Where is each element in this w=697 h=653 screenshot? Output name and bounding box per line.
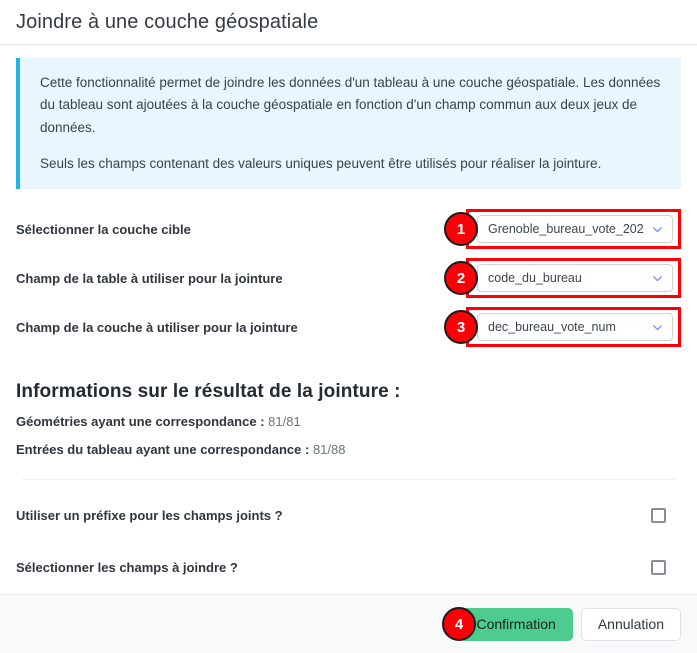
annotation-badge-2: 2 [444,261,478,296]
join-geospatial-layer-dialog: Joindre à une couche géospatiale Cette f… [0,0,697,653]
select-layer-field-value: dec_bureau_vote_num [488,320,616,335]
select-layer-field[interactable]: dec_bureau_vote_num [477,313,673,342]
option-row-select-fields[interactable]: Sélectionner les champs à joindre ? [16,550,681,584]
select-target-layer[interactable]: Grenoble_bureau_vote_202 [477,215,673,244]
select-table-field[interactable]: code_du_bureau [477,264,673,293]
form-row-table-field: Champ de la table à utiliser pour la joi… [16,258,681,299]
dialog-body: Cette fonctionnalité permet de joindre l… [0,45,697,594]
option-label-select-fields: Sélectionner les champs à joindre ? [16,559,238,575]
annotation-badge-3: 3 [444,310,478,345]
result-value-geometries: 81/81 [268,414,301,430]
cancel-button[interactable]: Annulation [580,607,681,641]
chevron-down-icon [647,272,664,285]
option-label-prefix: Utiliser un préfixe pour les champs join… [16,507,283,523]
dialog-header: Joindre à une couche géospatiale [0,0,697,45]
form-row-layer-field: Champ de la couche à utiliser pour la jo… [16,307,681,348]
info-banner: Cette fonctionnalité permet de joindre l… [16,58,681,190]
annotation-badge-4: 4 [442,607,476,641]
join-results-section: Informations sur le résultat de la joint… [16,381,681,457]
dialog-footer: 4 Confirmation Annulation [0,594,697,653]
checkbox-select-fields[interactable] [651,559,666,575]
chevron-down-icon [647,321,664,334]
results-heading: Informations sur le résultat de la joint… [16,381,401,403]
form-row-target-layer: Sélectionner la couche cible 1 Grenoble_… [16,209,681,250]
result-line-geometries: Géométries ayant une correspondance : 81… [16,414,681,429]
checkbox-use-prefix[interactable] [651,507,666,523]
result-label-geometries: Géométries ayant une correspondance : [16,414,265,430]
annotation-badge-1: 1 [444,212,478,247]
chevron-down-icon [647,223,664,236]
info-banner-paragraph-2: Seuls les champs contenant des valeurs u… [40,155,602,171]
section-divider [22,479,675,481]
confirm-button[interactable]: Confirmation [459,607,573,641]
select-table-field-value: code_du_bureau [488,271,582,286]
option-row-prefix[interactable]: Utiliser un préfixe pour les champs join… [16,498,681,532]
result-label-table-entries: Entrées du tableau ayant une corresponda… [16,442,310,458]
result-value-table-entries: 81/88 [312,442,346,458]
select-target-layer-value: Grenoble_bureau_vote_202 [488,222,644,237]
info-banner-paragraph-1: Cette fonctionnalité permet de joindre l… [40,75,661,135]
result-line-table-entries: Entrées du tableau ayant une corresponda… [16,442,681,457]
page-title: Joindre à une couche géospatiale [16,11,319,33]
